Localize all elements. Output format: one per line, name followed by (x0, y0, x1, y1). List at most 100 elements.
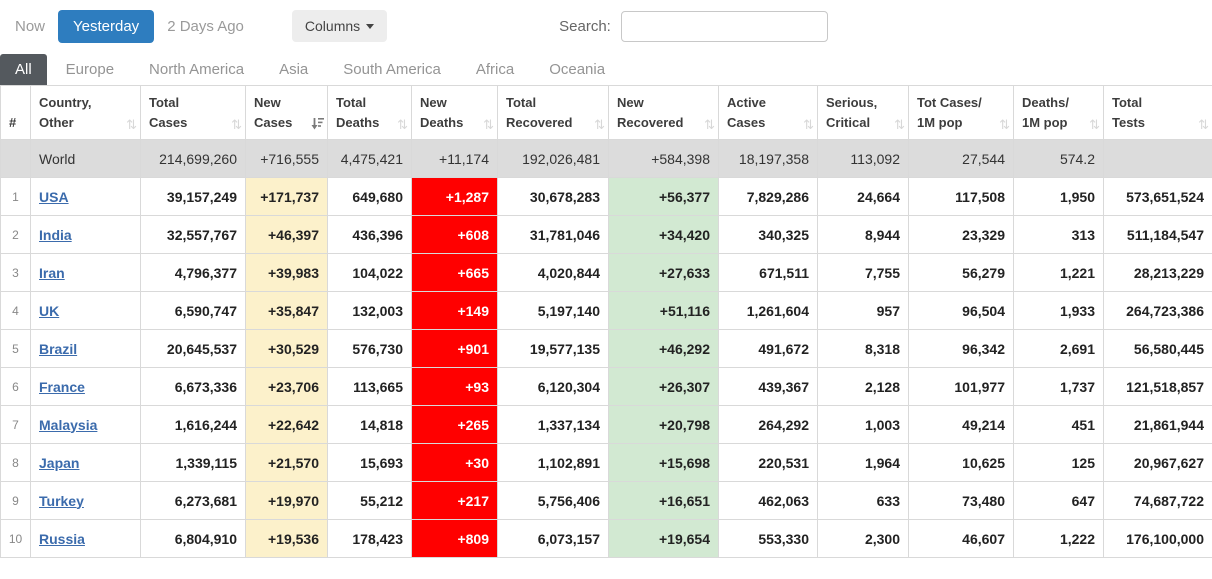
tab-south-america[interactable]: South America (327, 54, 457, 85)
cell-total-tests: 121,518,857 (1103, 367, 1212, 406)
col-header-deaths-1m[interactable]: Deaths/1M pop ⇅ (1013, 85, 1104, 140)
country-link[interactable]: Malaysia (39, 417, 97, 433)
cell-rank (0, 139, 31, 178)
col-header-new-deaths[interactable]: New Deaths ⇅ (411, 85, 498, 140)
cell-serious-critical: 1,003 (817, 405, 909, 444)
tab-north-america[interactable]: North America (133, 54, 260, 85)
country-link[interactable]: Japan (39, 455, 79, 471)
cell-active-cases: 491,672 (718, 329, 818, 368)
cell-active-cases: 220,531 (718, 443, 818, 482)
cell-total-cases: 39,157,249 (140, 177, 246, 216)
tab-oceania[interactable]: Oceania (533, 54, 621, 85)
country-link[interactable]: France (39, 379, 85, 395)
country-link[interactable]: USA (39, 189, 69, 205)
cell-country: USA (30, 177, 141, 216)
cell-deaths-1m: 1,222 (1013, 519, 1104, 558)
cell-serious-critical: 2,128 (817, 367, 909, 406)
tab-africa[interactable]: Africa (460, 54, 530, 85)
cell-total-tests: 573,651,524 (1103, 177, 1212, 216)
sort-icon: ⇅ (704, 117, 715, 132)
col-header-label: Active Cases (727, 95, 767, 130)
table-row-uk: 4 UK 6,590,747 +35,847 132,003 +149 5,197,140 +… (0, 291, 1212, 330)
col-header-rank[interactable]: # (0, 85, 31, 140)
col-header-label: Tot Cases/1M pop (917, 95, 982, 130)
cell-new-cases: +22,642 (245, 405, 328, 444)
col-header-total-recovered[interactable]: Total Recovered ⇅ (497, 85, 609, 140)
col-header-active-cases[interactable]: Active Cases ⇅ (718, 85, 818, 140)
cell-rank: 4 (0, 291, 31, 330)
yesterday-button[interactable]: Yesterday (58, 9, 155, 43)
country-link[interactable]: Brazil (39, 341, 77, 357)
cell-total-recovered: 6,120,304 (497, 367, 609, 406)
cell-country: Malaysia (30, 405, 141, 444)
table-header: # Country, Other ⇅ Total Cases ⇅ New Cases Total D… (0, 85, 1212, 140)
country-link[interactable]: UK (39, 303, 59, 319)
cell-total-recovered: 19,577,135 (497, 329, 609, 368)
col-header-new-recovered[interactable]: New Recovered ⇅ (608, 85, 719, 140)
col-header-total-deaths[interactable]: Total Deaths ⇅ (327, 85, 412, 140)
cell-total-cases: 1,616,244 (140, 405, 246, 444)
col-header-country[interactable]: Country, Other ⇅ (30, 85, 141, 140)
cell-serious-critical: 957 (817, 291, 909, 330)
col-header-total-cases[interactable]: Total Cases ⇅ (140, 85, 246, 140)
cell-rank: 1 (0, 177, 31, 216)
country-link[interactable]: Russia (39, 531, 85, 547)
cell-tot-cases-1m: 101,977 (908, 367, 1014, 406)
columns-dropdown-button[interactable]: Columns (291, 10, 388, 42)
search-input[interactable] (620, 10, 828, 42)
tab-all[interactable]: All (0, 54, 47, 85)
cell-serious-critical: 24,664 (817, 177, 909, 216)
cell-new-recovered: +584,398 (608, 139, 719, 178)
cell-new-cases: +46,397 (245, 215, 328, 254)
two-days-ago-button[interactable]: 2 Days Ago (167, 18, 244, 35)
cell-total-cases: 6,590,747 (140, 291, 246, 330)
sort-icon: ⇅ (1089, 117, 1100, 132)
cell-deaths-1m: 1,737 (1013, 367, 1104, 406)
cell-country: World (30, 139, 141, 178)
cell-new-recovered: +34,420 (608, 215, 719, 254)
cell-new-deaths: +608 (411, 215, 498, 254)
cell-serious-critical: 8,944 (817, 215, 909, 254)
cell-country: India (30, 215, 141, 254)
cell-new-deaths: +901 (411, 329, 498, 368)
cell-total-deaths: 132,003 (327, 291, 412, 330)
col-header-label: New Recovered (617, 95, 684, 130)
table-row-russia: 10 Russia 6,804,910 +19,536 178,423 +809 6,073… (0, 519, 1212, 558)
country-link[interactable]: Iran (39, 265, 65, 281)
cell-new-deaths: +149 (411, 291, 498, 330)
tab-asia[interactable]: Asia (263, 54, 324, 85)
col-header-serious-critical[interactable]: Serious, Critical ⇅ (817, 85, 909, 140)
col-header-total-tests[interactable]: Total Tests ⇅ (1103, 85, 1212, 140)
now-button[interactable]: Now (15, 18, 45, 35)
cell-tot-cases-1m: 96,342 (908, 329, 1014, 368)
cell-country: Russia (30, 519, 141, 558)
col-header-new-cases[interactable]: New Cases (245, 85, 328, 140)
col-header-label: Total Deaths (336, 95, 380, 130)
cell-total-recovered: 5,197,140 (497, 291, 609, 330)
tab-europe[interactable]: Europe (50, 54, 130, 85)
cell-tot-cases-1m: 73,480 (908, 481, 1014, 520)
cell-total-tests: 20,967,627 (1103, 443, 1212, 482)
cell-tot-cases-1m: 49,214 (908, 405, 1014, 444)
cell-deaths-1m: 1,950 (1013, 177, 1104, 216)
cell-total-deaths: 649,680 (327, 177, 412, 216)
cell-country: UK (30, 291, 141, 330)
search-group: Search: (559, 10, 828, 42)
cell-serious-critical: 113,092 (817, 139, 909, 178)
cell-deaths-1m: 125 (1013, 443, 1104, 482)
cell-active-cases: 439,367 (718, 367, 818, 406)
cell-total-deaths: 15,693 (327, 443, 412, 482)
cell-total-deaths: 104,022 (327, 253, 412, 292)
sort-icon: ⇅ (126, 117, 137, 132)
cell-new-recovered: +15,698 (608, 443, 719, 482)
cell-new-deaths: +30 (411, 443, 498, 482)
sort-icon: ⇅ (483, 117, 494, 132)
cell-active-cases: 671,511 (718, 253, 818, 292)
cell-active-cases: 340,325 (718, 215, 818, 254)
covid-stats-page: Now Yesterday 2 Days Ago Columns Search:… (0, 0, 1212, 558)
col-header-tot-cases-1m[interactable]: Tot Cases/1M pop ⇅ (908, 85, 1014, 140)
country-link[interactable]: Turkey (39, 493, 84, 509)
cell-tot-cases-1m: 56,279 (908, 253, 1014, 292)
cell-active-cases: 264,292 (718, 405, 818, 444)
country-link[interactable]: India (39, 227, 72, 243)
